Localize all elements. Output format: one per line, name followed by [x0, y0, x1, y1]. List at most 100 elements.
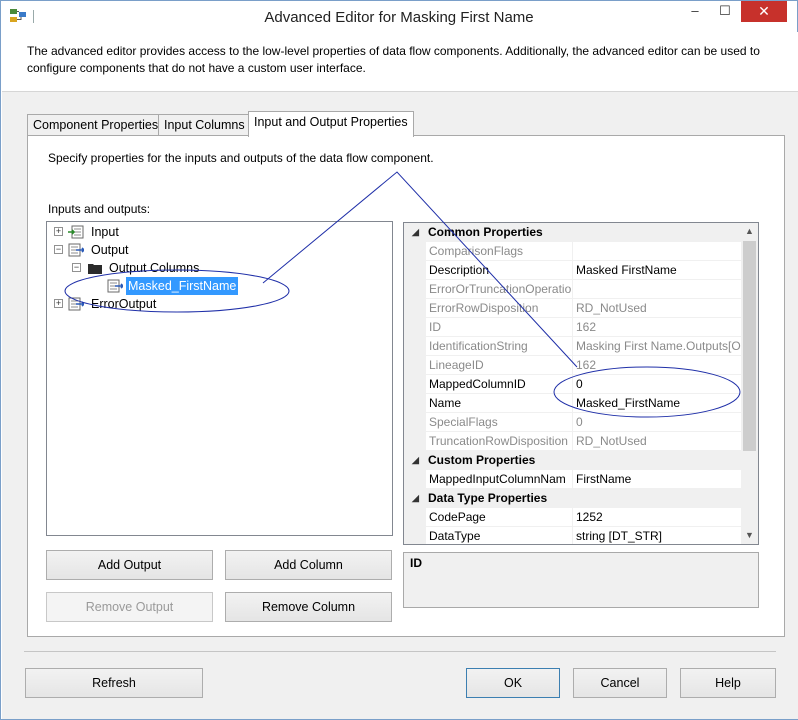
property-row-comparisonflags[interactable]: ComparisonFlags — [404, 242, 741, 261]
property-name: IdentificationString — [426, 337, 573, 356]
property-grid-scrollbar[interactable]: ▲ ▼ — [741, 223, 758, 544]
collapse-arrow-icon[interactable]: ◢ — [412, 451, 419, 470]
refresh-button[interactable]: Refresh — [25, 668, 203, 698]
property-value[interactable]: Masking First Name.Outputs[O — [573, 337, 741, 356]
add-column-button[interactable]: Add Column — [225, 550, 392, 580]
property-value[interactable]: Masked_FirstName — [573, 394, 741, 413]
remove-output-button[interactable]: Remove Output — [46, 592, 213, 622]
collapse-icon[interactable]: − — [72, 263, 81, 272]
maximize-button[interactable]: ☐ — [711, 1, 739, 22]
row-gutter — [404, 242, 426, 261]
property-value[interactable] — [573, 280, 741, 299]
scroll-up-arrow-icon[interactable]: ▲ — [741, 223, 758, 240]
row-gutter — [404, 470, 426, 489]
tree-node-error-output[interactable]: + ErrorOutput — [47, 295, 387, 313]
property-name: ErrorRowDisposition — [426, 299, 573, 318]
property-row-lineageid[interactable]: LineageID 162 — [404, 356, 741, 375]
tree-node-masked-firstname[interactable]: Masked_FirstName — [47, 277, 387, 295]
property-row-codepage[interactable]: CodePage 1252 — [404, 508, 741, 527]
row-gutter — [404, 280, 426, 299]
property-value[interactable]: 0 — [573, 413, 741, 432]
scrollbar-thumb[interactable] — [743, 241, 756, 451]
property-row-id[interactable]: ID 162 — [404, 318, 741, 337]
property-row-mappedinputcolumnname[interactable]: MappedInputColumnNam FirstName — [404, 470, 741, 489]
property-description-title: ID — [410, 556, 422, 570]
editor-description-area: The advanced editor provides access to t… — [2, 32, 798, 92]
collapse-arrow-icon[interactable]: ◢ — [412, 489, 419, 508]
inputs-outputs-tree[interactable]: + Input − Output − Output Columns Masked… — [46, 221, 393, 536]
editor-body: Component Properties Input Columns Input… — [2, 92, 798, 719]
property-grid[interactable]: ◢ Common Properties ComparisonFlags Desc… — [403, 222, 759, 545]
property-name: DataType — [426, 527, 573, 544]
add-output-button[interactable]: Add Output — [46, 550, 213, 580]
collapse-arrow-icon[interactable]: ◢ — [412, 223, 419, 242]
property-row-description[interactable]: Description Masked FirstName — [404, 261, 741, 280]
property-name: ID — [426, 318, 573, 337]
error-output-icon — [68, 297, 86, 311]
row-gutter — [404, 413, 426, 432]
help-button[interactable]: Help — [680, 668, 776, 698]
property-name: ComparisonFlags — [426, 242, 573, 261]
tab-input-columns[interactable]: Input Columns — [158, 114, 251, 136]
row-gutter — [404, 337, 426, 356]
column-icon — [107, 279, 125, 293]
footer-divider — [24, 651, 776, 652]
scroll-down-arrow-icon[interactable]: ▼ — [741, 527, 758, 544]
property-value[interactable]: 1252 — [573, 508, 741, 527]
ok-button[interactable]: OK — [466, 668, 560, 698]
cancel-button[interactable]: Cancel — [573, 668, 667, 698]
property-value[interactable]: 162 — [573, 356, 741, 375]
property-name: LineageID — [426, 356, 573, 375]
property-name: ErrorOrTruncationOperatio — [426, 280, 573, 299]
tree-label-output-columns: Output Columns — [109, 261, 200, 275]
property-name: MappedColumnID — [426, 375, 573, 394]
property-value[interactable]: 0 — [573, 375, 741, 394]
property-row-name[interactable]: Name Masked_FirstName — [404, 394, 741, 413]
property-name: SpecialFlags — [426, 413, 573, 432]
category-common-properties[interactable]: ◢ Common Properties — [404, 223, 741, 242]
tab-input-output-properties[interactable]: Input and Output Properties — [248, 111, 414, 137]
property-name: TruncationRowDisposition — [426, 432, 573, 451]
property-row-specialflags[interactable]: SpecialFlags 0 — [404, 413, 741, 432]
close-button[interactable]: ✕ — [741, 1, 787, 22]
tree-label-input: Input — [91, 225, 119, 239]
property-value[interactable]: Masked FirstName — [573, 261, 741, 280]
minimize-button[interactable]: ‒ — [681, 1, 709, 22]
tab-panel: Specify properties for the inputs and ou… — [27, 135, 785, 637]
property-name: Name — [426, 394, 573, 413]
property-value[interactable]: FirstName — [573, 470, 741, 489]
row-gutter — [404, 375, 426, 394]
collapse-icon[interactable]: − — [54, 245, 63, 254]
expand-icon[interactable]: + — [54, 299, 63, 308]
remove-column-button[interactable]: Remove Column — [225, 592, 392, 622]
row-gutter — [404, 527, 426, 544]
row-gutter — [404, 318, 426, 337]
property-row-errorortruncationoperation[interactable]: ErrorOrTruncationOperatio — [404, 280, 741, 299]
row-gutter — [404, 508, 426, 527]
property-value[interactable]: string [DT_STR] — [573, 527, 741, 544]
property-row-identificationstring[interactable]: IdentificationString Masking First Name.O… — [404, 337, 741, 356]
category-label: Common Properties — [428, 225, 543, 239]
property-name: MappedInputColumnNam — [426, 470, 573, 489]
tree-node-input[interactable]: + Input — [47, 223, 387, 241]
category-custom-properties[interactable]: ◢ Custom Properties — [404, 451, 741, 470]
expand-icon[interactable]: + — [54, 227, 63, 236]
folder-icon — [87, 261, 103, 275]
property-value[interactable]: RD_NotUsed — [573, 299, 741, 318]
tree-node-output-columns[interactable]: − Output Columns — [47, 259, 387, 277]
row-gutter — [404, 432, 426, 451]
property-value[interactable]: RD_NotUsed — [573, 432, 741, 451]
property-row-datatype[interactable]: DataType string [DT_STR] — [404, 527, 741, 544]
property-value[interactable]: 162 — [573, 318, 741, 337]
panel-info-text: Specify properties for the inputs and ou… — [48, 151, 434, 165]
property-row-mappedcolumnid[interactable]: MappedColumnID 0 — [404, 375, 741, 394]
property-row-truncationrowdisposition[interactable]: TruncationRowDisposition RD_NotUsed — [404, 432, 741, 451]
row-gutter — [404, 356, 426, 375]
tree-label-output: Output — [91, 243, 129, 257]
property-row-errorrowdisposition[interactable]: ErrorRowDisposition RD_NotUsed — [404, 299, 741, 318]
tab-component-properties[interactable]: Component Properties — [27, 114, 165, 136]
category-data-type-properties[interactable]: ◢ Data Type Properties — [404, 489, 741, 508]
advanced-editor-window: Advanced Editor for Masking First Name ‒… — [0, 0, 798, 720]
tree-node-output[interactable]: − Output — [47, 241, 387, 259]
property-value[interactable] — [573, 242, 741, 261]
